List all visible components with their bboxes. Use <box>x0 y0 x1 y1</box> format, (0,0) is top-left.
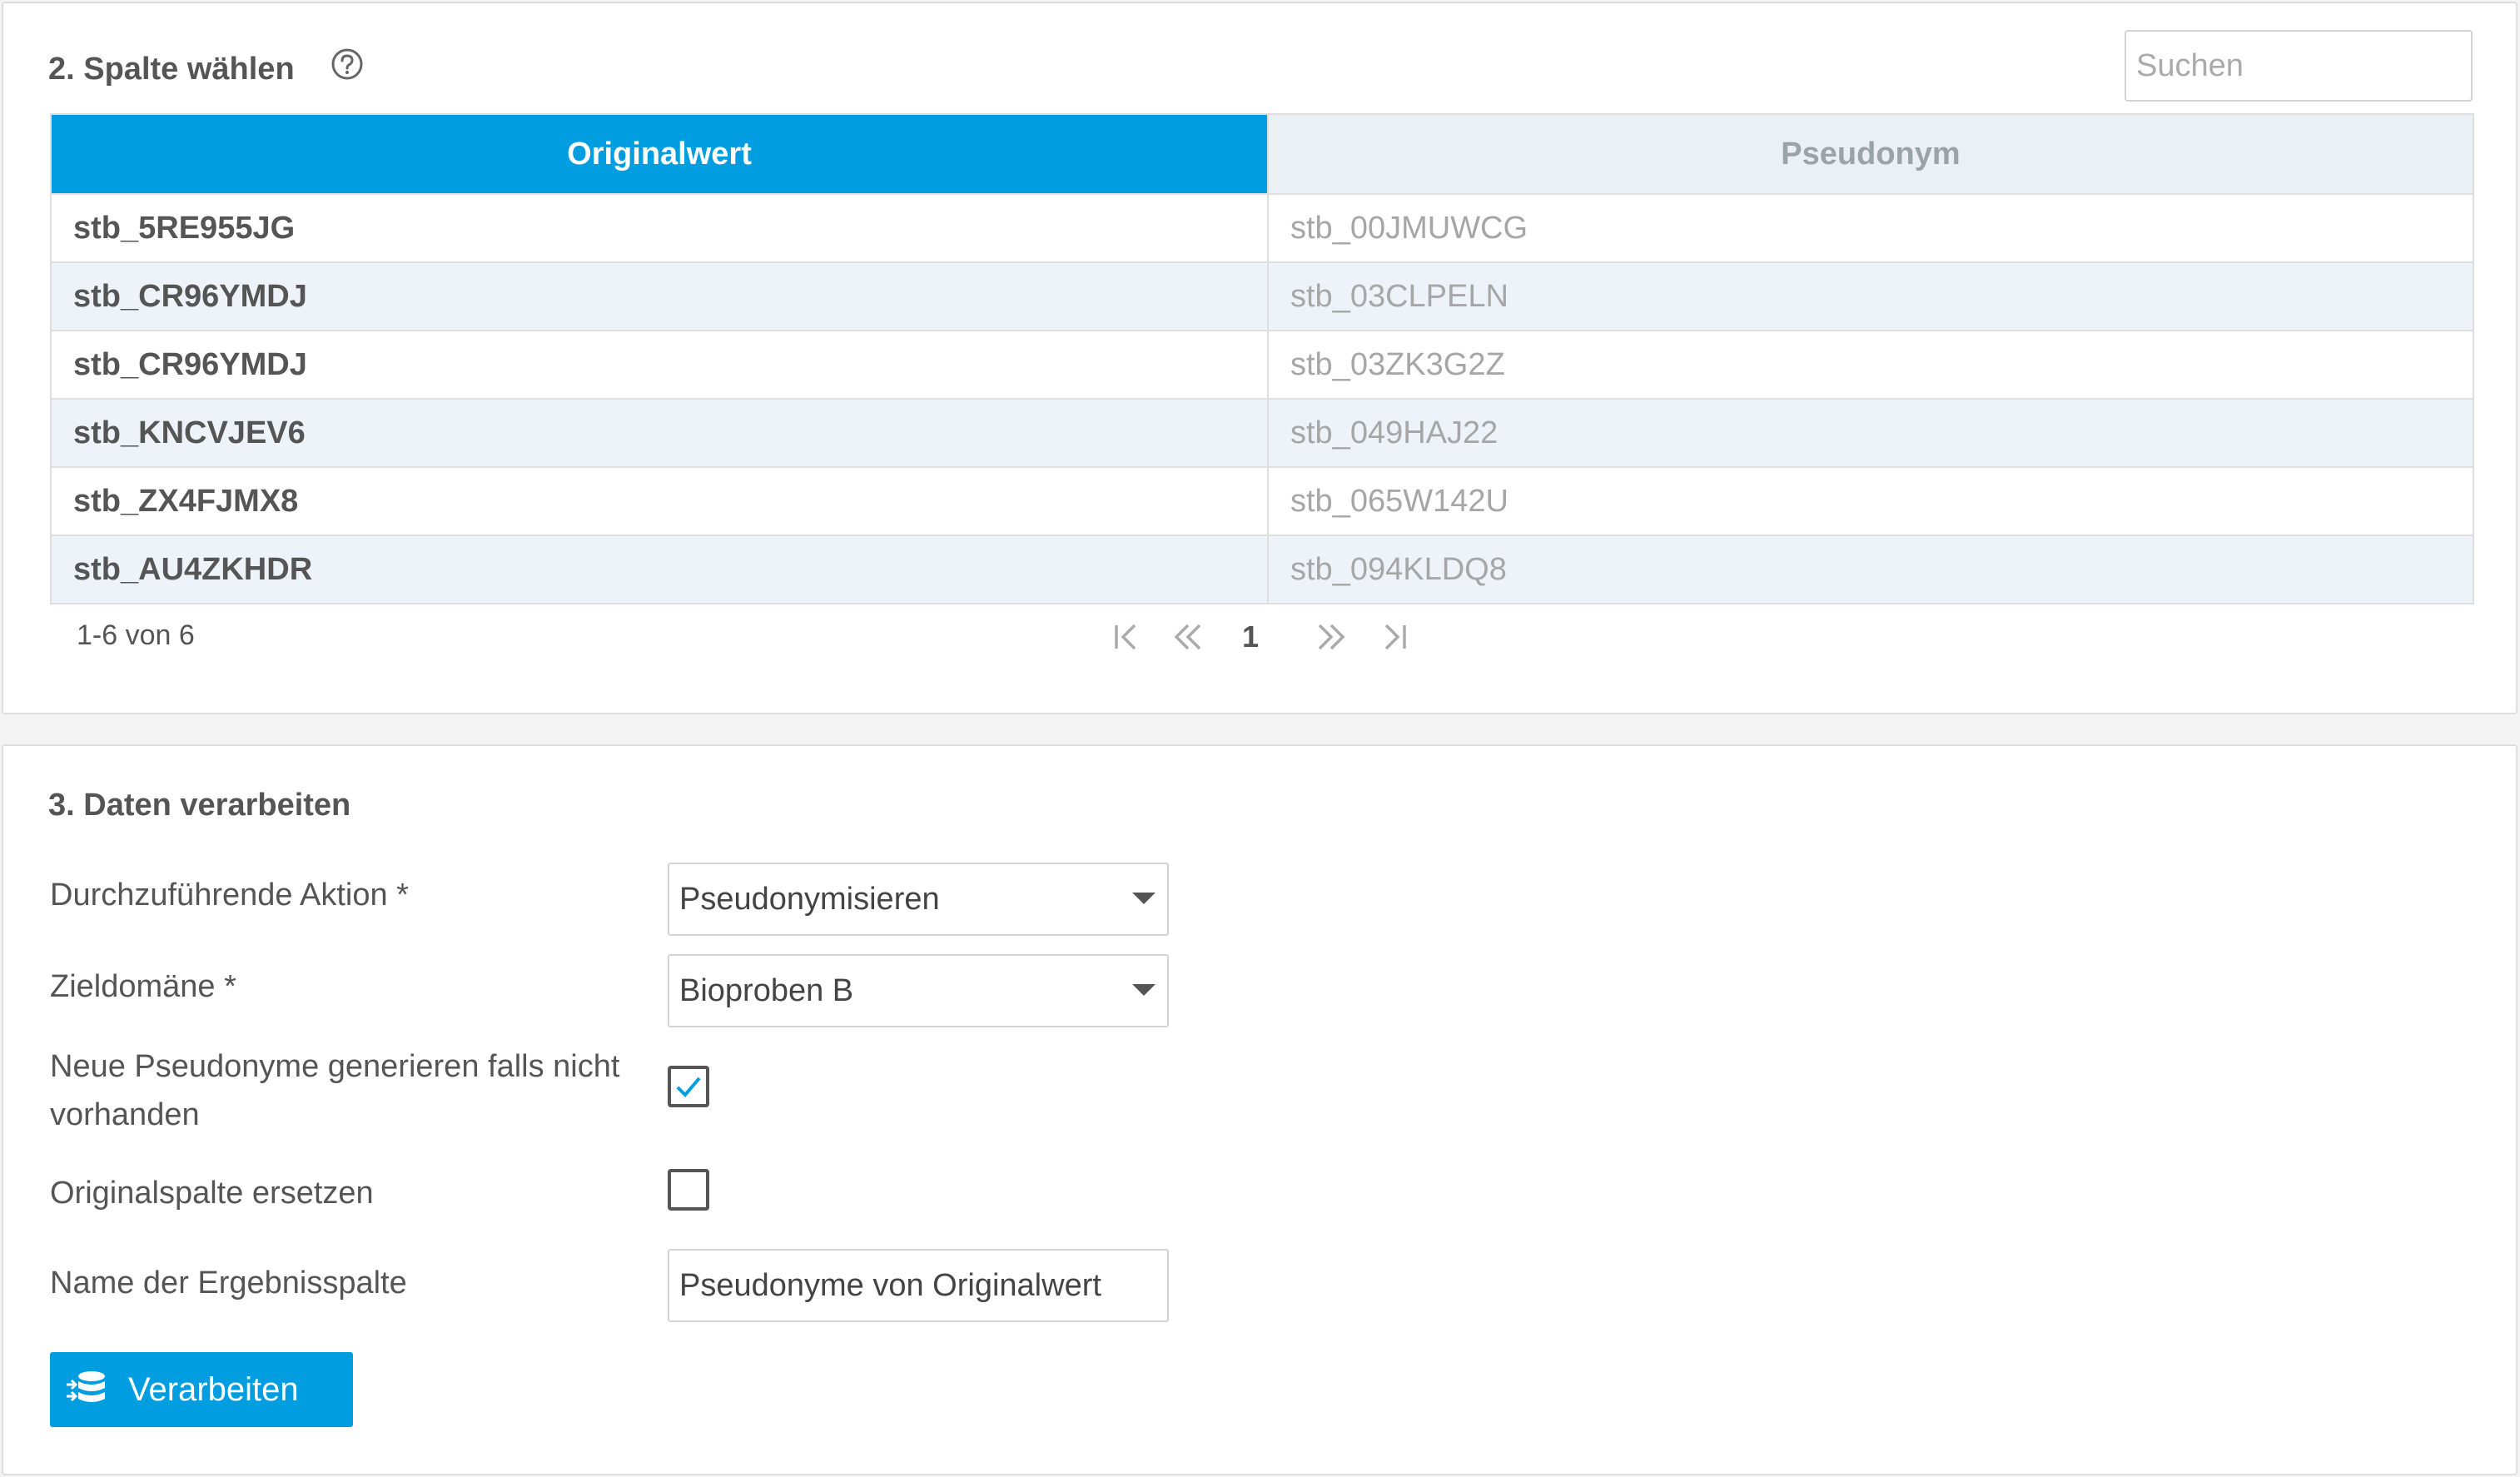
domain-label: Zieldomäne * <box>50 969 236 1004</box>
table-row[interactable]: stb_ZX4FJMX8 stb_065W142U <box>52 466 2473 535</box>
section-title: 2. Spalte wählen <box>48 52 295 87</box>
table-row[interactable]: stb_CR96YMDJ stb_03CLPELN <box>52 261 2473 330</box>
cell-original: stb_CR96YMDJ <box>73 278 307 314</box>
double-chevron-left-icon <box>1174 624 1201 650</box>
last-page-button[interactable] <box>1374 616 1415 658</box>
select-column-panel: 2. Spalte wählen Originalwert Pseudonym … <box>2 2 2518 714</box>
replace-checkbox[interactable] <box>668 1169 709 1211</box>
action-label: Durchzuführende Aktion * <box>50 878 409 913</box>
table-body: stb_5RE955JG stb_00JMUWCG stb_CR96YMDJ s… <box>52 193 2473 603</box>
help-icon[interactable] <box>331 48 363 80</box>
cell-original: stb_5RE955JG <box>73 210 296 246</box>
table-row[interactable]: stb_CR96YMDJ stb_03ZK3G2Z <box>52 330 2473 398</box>
column-header-pseudonym[interactable]: Pseudonym <box>1267 115 2473 193</box>
cell-pseudonym: stb_03CLPELN <box>1267 263 2473 330</box>
table-row[interactable]: stb_5RE955JG stb_00JMUWCG <box>52 193 2473 261</box>
replace-label: Originalspalte ersetzen <box>50 1176 374 1211</box>
first-page-icon <box>1115 624 1136 650</box>
double-chevron-right-icon <box>1318 624 1345 650</box>
table-row[interactable]: stb_AU4ZKHDR stb_094KLDQ8 <box>52 535 2473 603</box>
data-table: Originalwert Pseudonym stb_5RE955JG stb_… <box>50 113 2474 604</box>
action-select[interactable]: Pseudonymisieren <box>668 863 1169 936</box>
section-title: 3. Daten verarbeiten <box>48 788 351 823</box>
domain-select[interactable]: Bioproben B <box>668 954 1169 1027</box>
process-button-label: Verarbeiten <box>128 1370 299 1408</box>
checkmark-icon <box>676 1077 701 1097</box>
paging-info: 1-6 von 6 <box>77 619 195 651</box>
cell-pseudonym: stb_049HAJ22 <box>1267 400 2473 466</box>
cell-original: stb_CR96YMDJ <box>73 346 307 382</box>
search-input[interactable] <box>2125 30 2473 102</box>
previous-page-button[interactable] <box>1167 616 1209 658</box>
cell-original: stb_ZX4FJMX8 <box>73 483 299 519</box>
action-select-value: Pseudonymisieren <box>679 881 940 917</box>
generate-label: Neue Pseudonyme generieren falls nicht v… <box>50 1049 620 1132</box>
database-process-icon <box>67 1371 105 1402</box>
generate-checkbox[interactable] <box>668 1066 709 1107</box>
process-data-panel: 3. Daten verarbeiten Durchzuführende Akt… <box>2 744 2518 1475</box>
first-page-button[interactable] <box>1106 616 1147 658</box>
result-name-label: Name der Ergebnisspalte <box>50 1266 407 1300</box>
cell-pseudonym: stb_094KLDQ8 <box>1267 536 2473 603</box>
chevron-down-icon <box>1132 893 1156 904</box>
cell-original: stb_KNCVJEV6 <box>73 415 306 450</box>
current-page-number[interactable]: 1 <box>1242 619 1259 654</box>
result-name-input[interactable] <box>668 1249 1169 1322</box>
domain-select-value: Bioproben B <box>679 972 854 1008</box>
column-header-original[interactable]: Originalwert <box>52 115 1267 193</box>
cell-pseudonym: stb_065W142U <box>1267 468 2473 535</box>
table-header: Originalwert Pseudonym <box>52 115 2473 193</box>
last-page-icon <box>1384 624 1406 650</box>
process-button[interactable]: Verarbeiten <box>50 1352 353 1427</box>
cell-original: stb_AU4ZKHDR <box>73 551 313 587</box>
chevron-down-icon <box>1132 984 1156 996</box>
cell-pseudonym: stb_00JMUWCG <box>1267 195 2473 261</box>
next-page-button[interactable] <box>1310 616 1352 658</box>
cell-pseudonym: stb_03ZK3G2Z <box>1267 331 2473 398</box>
table-row[interactable]: stb_KNCVJEV6 stb_049HAJ22 <box>52 398 2473 466</box>
